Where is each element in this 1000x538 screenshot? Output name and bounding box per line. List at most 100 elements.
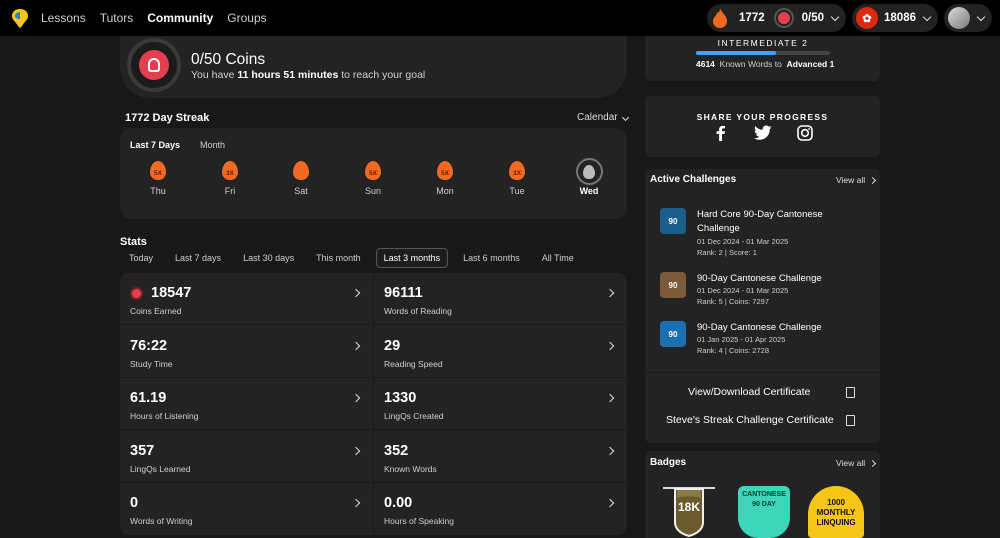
stat-words-of-writing[interactable]: 0 Words of Writing [120, 483, 373, 535]
streak-tabs: Last 7 Days Month [130, 140, 245, 150]
flame-outline-icon [575, 158, 603, 185]
active-challenges-title: Active Challenges [650, 174, 737, 185]
main-nav: Lessons Tutors Community Groups [41, 0, 281, 36]
chevron-right-icon [351, 288, 361, 298]
chevron-right-icon [351, 393, 361, 403]
stat-reading-speed[interactable]: 29 Reading Speed [374, 326, 627, 378]
chevron-right-icon [869, 459, 877, 468]
divider [645, 372, 880, 373]
language-menu[interactable]: ✿ 18086 [852, 4, 938, 32]
badge-cantonese-90-day[interactable]: CANTONESE 90 DAY [736, 486, 792, 538]
filter-today[interactable]: Today [122, 249, 160, 267]
coins-goal-subtitle: You have 11 hours 51 minutes to reach yo… [191, 69, 426, 81]
filter-last-6-months[interactable]: Last 6 months [456, 249, 527, 267]
streak-day: 3X Fri [210, 161, 250, 196]
challenge-meta: Rank: 4 | Coins: 2728 [697, 346, 769, 355]
challenge-badge-icon: 90 [660, 272, 686, 298]
facebook-icon[interactable] [714, 125, 728, 141]
level-subtitle: 4614 Known Words to Advanced 1 [696, 59, 835, 69]
twitter-icon[interactable] [754, 125, 772, 141]
lingq-logo-icon[interactable] [11, 8, 29, 28]
flame-icon: 5X [150, 161, 166, 180]
stat-hours-of-speaking[interactable]: 0.00 Hours of Speaking [374, 483, 627, 535]
flame-icon [293, 161, 309, 180]
coin-progress: 0/50 [801, 12, 825, 24]
tab-month[interactable]: Month [200, 140, 225, 150]
stat-lingqs-learned[interactable]: 357 LingQs Learned [120, 431, 373, 483]
streak-days: 5X Thu 3X Fri Sat 5X Sun 5X Mon 3X Tue Wed [138, 158, 609, 209]
chevron-right-icon [605, 341, 615, 351]
challenge-dates: 01 Jan 2025 - 01 Apr 2025 [697, 335, 786, 344]
badge-18k[interactable]: 18K [661, 486, 717, 538]
header-status: 1772 0/50 ✿ 18086 [707, 0, 1000, 36]
chevron-right-icon [351, 446, 361, 456]
chevron-right-icon [869, 176, 877, 185]
streak-certificate-link[interactable]: Steve's Streak Challenge Certificate [666, 414, 834, 426]
challenges-view-all-link[interactable]: View all [836, 175, 877, 185]
nav-groups[interactable]: Groups [227, 11, 266, 25]
streak-day: Sat [281, 161, 321, 196]
stat-coins-earned[interactable]: 18547 Coins Earned [120, 273, 373, 325]
coin-icon [130, 286, 143, 300]
filter-last-3-months[interactable]: Last 3 months [375, 248, 449, 268]
streak-day: 5X Mon [425, 161, 465, 196]
coin-icon [773, 8, 794, 28]
badge-1000-monthly-linquing[interactable]: 1000 MONTHLY LINQUING [808, 486, 864, 538]
share-title: SHARE YOUR PROGRESS [696, 112, 829, 122]
nav-lessons[interactable]: Lessons [41, 11, 86, 25]
challenge-badge-icon: 90 [660, 208, 686, 234]
stat-words-of-reading[interactable]: 96111 Words of Reading [374, 273, 627, 325]
filter-last-7-days[interactable]: Last 7 days [168, 249, 228, 267]
stats-filters: Today Last 7 days Last 30 days This mont… [122, 248, 589, 268]
nav-tutors[interactable]: Tutors [100, 11, 134, 25]
challenge-name: Hard Core 90-Day Cantonese Challenge [697, 209, 823, 234]
filter-last-30-days[interactable]: Last 30 days [236, 249, 301, 267]
chevron-down-icon [976, 12, 986, 21]
chevron-right-icon [605, 288, 615, 298]
stat-hours-of-listening[interactable]: 61.19 Hours of Listening [120, 378, 373, 430]
challenge-meta: Rank: 5 | Coins: 7297 [697, 297, 769, 306]
certificate-icon[interactable] [846, 415, 855, 426]
chevron-right-icon [351, 341, 361, 351]
streak-day: 3X Tue [497, 161, 537, 196]
badges-view-all-link[interactable]: View all [836, 458, 877, 468]
download-certificate-link[interactable]: View/Download Certificate [688, 386, 810, 398]
stat-known-words[interactable]: 352 Known Words [374, 431, 627, 483]
nav-community[interactable]: Community [147, 11, 213, 25]
hong-kong-flag-icon: ✿ [856, 7, 879, 29]
top-nav-bar: Lessons Tutors Community Groups 1772 0/5… [0, 0, 1000, 36]
instagram-icon[interactable] [797, 125, 813, 141]
streak-day: 5X Sun [353, 161, 393, 196]
stat-lingqs-created[interactable]: 1330 LingQs Created [374, 378, 627, 430]
challenge-dates: 01 Dec 2024 - 01 Mar 2025 [697, 237, 789, 246]
calendar-dropdown[interactable]: Calendar [577, 112, 629, 123]
challenge-dates: 01 Dec 2024 - 01 Mar 2025 [697, 286, 789, 295]
flame-icon: 5X [365, 161, 381, 180]
flame-icon: 3X [222, 161, 238, 180]
streak-day: 5X Thu [138, 161, 178, 196]
certificate-icon[interactable] [846, 387, 855, 398]
chevron-down-icon [621, 113, 629, 122]
stats-title: Stats [120, 236, 147, 248]
challenge-name: 90-Day Cantonese Challenge [697, 322, 822, 333]
stats-divider [373, 273, 374, 535]
coin-icon [139, 50, 169, 80]
flame-icon [713, 8, 728, 28]
known-words-count: 18086 [884, 12, 916, 24]
challenge-badge-icon: 90 [660, 321, 686, 347]
level-title: INTERMEDIATE 2 [717, 38, 809, 48]
stat-study-time[interactable]: 76:22 Study Time [120, 326, 373, 378]
challenge-name: 90-Day Cantonese Challenge [697, 273, 822, 284]
filter-this-month[interactable]: This month [309, 249, 368, 267]
chevron-down-icon [922, 12, 932, 21]
challenge-meta: Rank: 2 | Score: 1 [697, 248, 757, 257]
streak-coins-menu[interactable]: 1772 0/50 [707, 4, 847, 32]
avatar [948, 7, 970, 29]
chevron-right-icon [605, 393, 615, 403]
profile-menu[interactable] [944, 4, 992, 32]
chevron-right-icon [605, 446, 615, 456]
flame-icon: 3X [509, 161, 525, 180]
tab-last-7-days[interactable]: Last 7 Days [130, 140, 180, 150]
filter-all-time[interactable]: All Time [535, 249, 581, 267]
streak-day-today: Wed [569, 158, 609, 196]
